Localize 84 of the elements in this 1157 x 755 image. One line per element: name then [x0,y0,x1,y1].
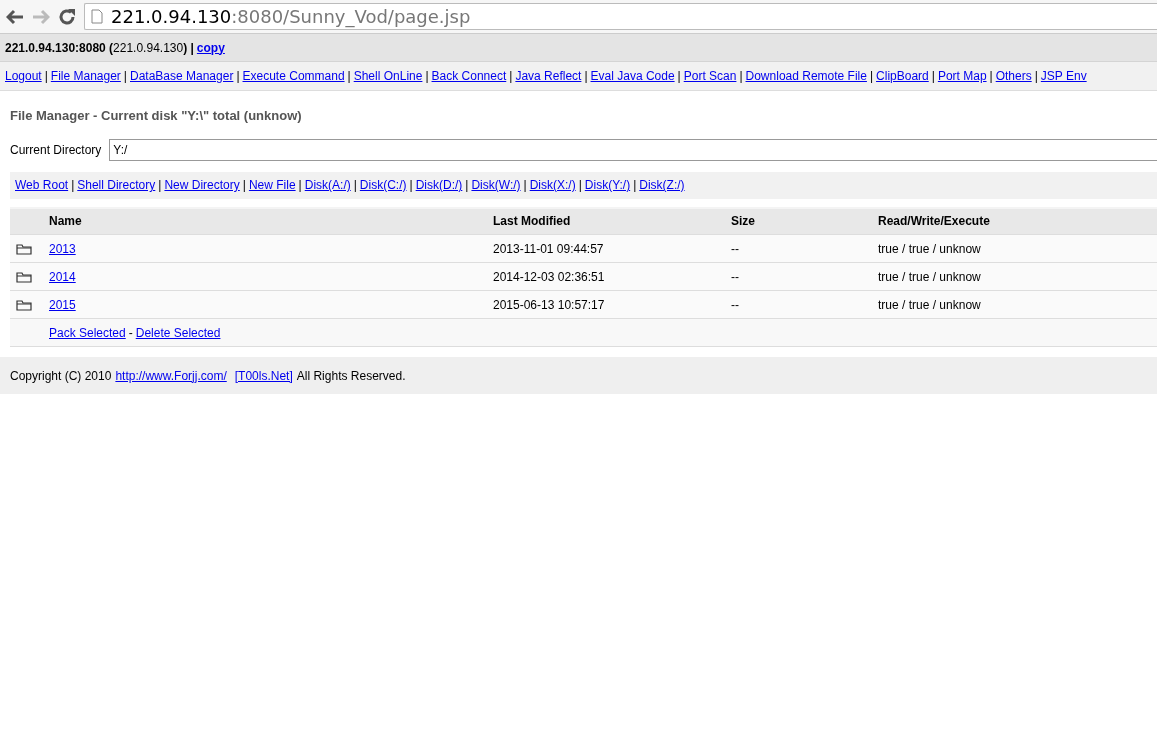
menu-link[interactable]: Download Remote File [745,67,867,85]
shortcut-link[interactable]: New File [248,176,296,194]
separator-text: | [242,177,246,194]
menu-link[interactable]: JSP Env [1040,67,1087,85]
table-cell: -- [731,269,739,284]
separator-text: | [71,177,75,194]
table-cell: 2013-11-01 09:44:57 [493,241,604,256]
folder-link[interactable]: 2014 [49,269,76,284]
separator-text: | [578,177,582,194]
table-cell: 2015-06-13 10:57:17 [493,297,605,312]
footer-link[interactable]: http://www.Forjj.com/ [115,366,227,385]
separator-text: | [158,177,162,194]
column-header: Name [49,214,82,229]
shortcut-link[interactable]: Disk(D:/) [415,176,463,194]
separator-text: | [44,68,48,85]
table-cell: -- [731,297,739,312]
page-icon [91,9,103,24]
host-text: 221.0.94.130:8080 (221.0.94.130) | [5,39,194,57]
table-cell: -- [731,241,739,256]
menu-link[interactable]: Eval Java Code [590,67,675,85]
shortcut-link[interactable]: New Directory [164,176,240,194]
column-header: Size [731,214,755,229]
menu-link[interactable]: Logout [5,67,42,85]
separator-text: | [123,68,127,85]
page-title: File Manager - Current disk "Y:\" total (unknow) [10,107,303,125]
separator-text: | [298,177,302,194]
shortcut-link[interactable]: Disk(A:/) [304,176,351,194]
menu-link[interactable]: Others [995,67,1032,85]
separator-text: | [931,68,935,85]
separator-text: | [1034,68,1038,85]
separator-text: - [128,325,133,340]
directory-label: Current Directory [10,141,102,159]
separator-text: | [584,68,588,85]
delete-selected-link[interactable]: Delete Selected [135,325,221,340]
separator-text: | [465,177,469,194]
menu-link[interactable]: Port Scan [683,67,737,85]
menu-link[interactable]: File Manager [50,67,121,85]
shortcut-link[interactable]: Disk(C:/) [359,176,407,194]
shortcut-link[interactable]: Disk(X:/) [529,176,576,194]
separator-text: | [869,68,874,85]
folder-link[interactable]: 2015 [49,297,76,312]
menu-link[interactable]: Back Connect [431,67,507,85]
url-text: 221.0.94.130:8080/Sunny_Vod/page.jsp [111,5,471,30]
folder-icon [16,299,32,312]
folder-icon [16,271,32,284]
menu-link[interactable]: Java Reflect [515,67,582,85]
address-bar[interactable]: 221.0.94.130:8080/Sunny_Vod/page.jsp [84,3,1157,30]
menu-link[interactable]: Shell OnLine [353,67,423,85]
separator-text: | [523,177,527,194]
column-header: Last Modified [493,214,571,229]
folder-link[interactable]: 2013 [49,241,76,256]
separator-text: | [677,68,681,85]
reload-icon[interactable] [58,7,76,26]
shortcut-link[interactable]: Disk(Y:/) [584,176,631,194]
footer-link[interactable]: [T00ls.Net] [234,366,293,385]
folder-icon [16,243,32,256]
table-cell: true / true / unknow [878,269,981,284]
table-cell: true / true / unknow [878,241,981,256]
shortcut-link[interactable]: Shell Directory [77,176,156,194]
separator-text: | [633,177,637,194]
separator-text: | [425,68,429,85]
copy-link[interactable]: copy [196,38,225,57]
back-arrow-icon[interactable] [6,8,24,25]
rights-text: All Rights Reserved. [296,367,406,385]
separator-text: | [347,68,351,85]
separator-text: | [409,177,413,194]
shortcut-link[interactable]: Web Root [15,176,69,194]
column-header: Read/Write/Execute [878,214,990,229]
menu-link[interactable]: Port Map [937,67,987,85]
menu-link[interactable]: ClipBoard [876,67,929,85]
copyright-text: Copyright (C) 2010 [10,367,112,385]
menu-link[interactable]: DataBase Manager [130,67,234,85]
separator-text: | [509,68,513,85]
shortcut-link[interactable]: Disk(Z:/) [639,176,685,194]
menu-link[interactable]: Execute Command [242,67,345,85]
table-cell: 2014-12-03 02:36:51 [493,269,605,284]
separator-text: | [739,68,743,85]
table-cell: true / true / unknow [878,297,981,312]
shortcut-link[interactable]: Disk(W:/) [471,176,521,194]
separator-text: | [353,177,357,194]
pack-selected-link[interactable]: Pack Selected [49,325,126,340]
separator-text: | [236,68,240,85]
separator-text: | [989,68,993,85]
directory-field[interactable]: Y:/ [109,138,1157,161]
